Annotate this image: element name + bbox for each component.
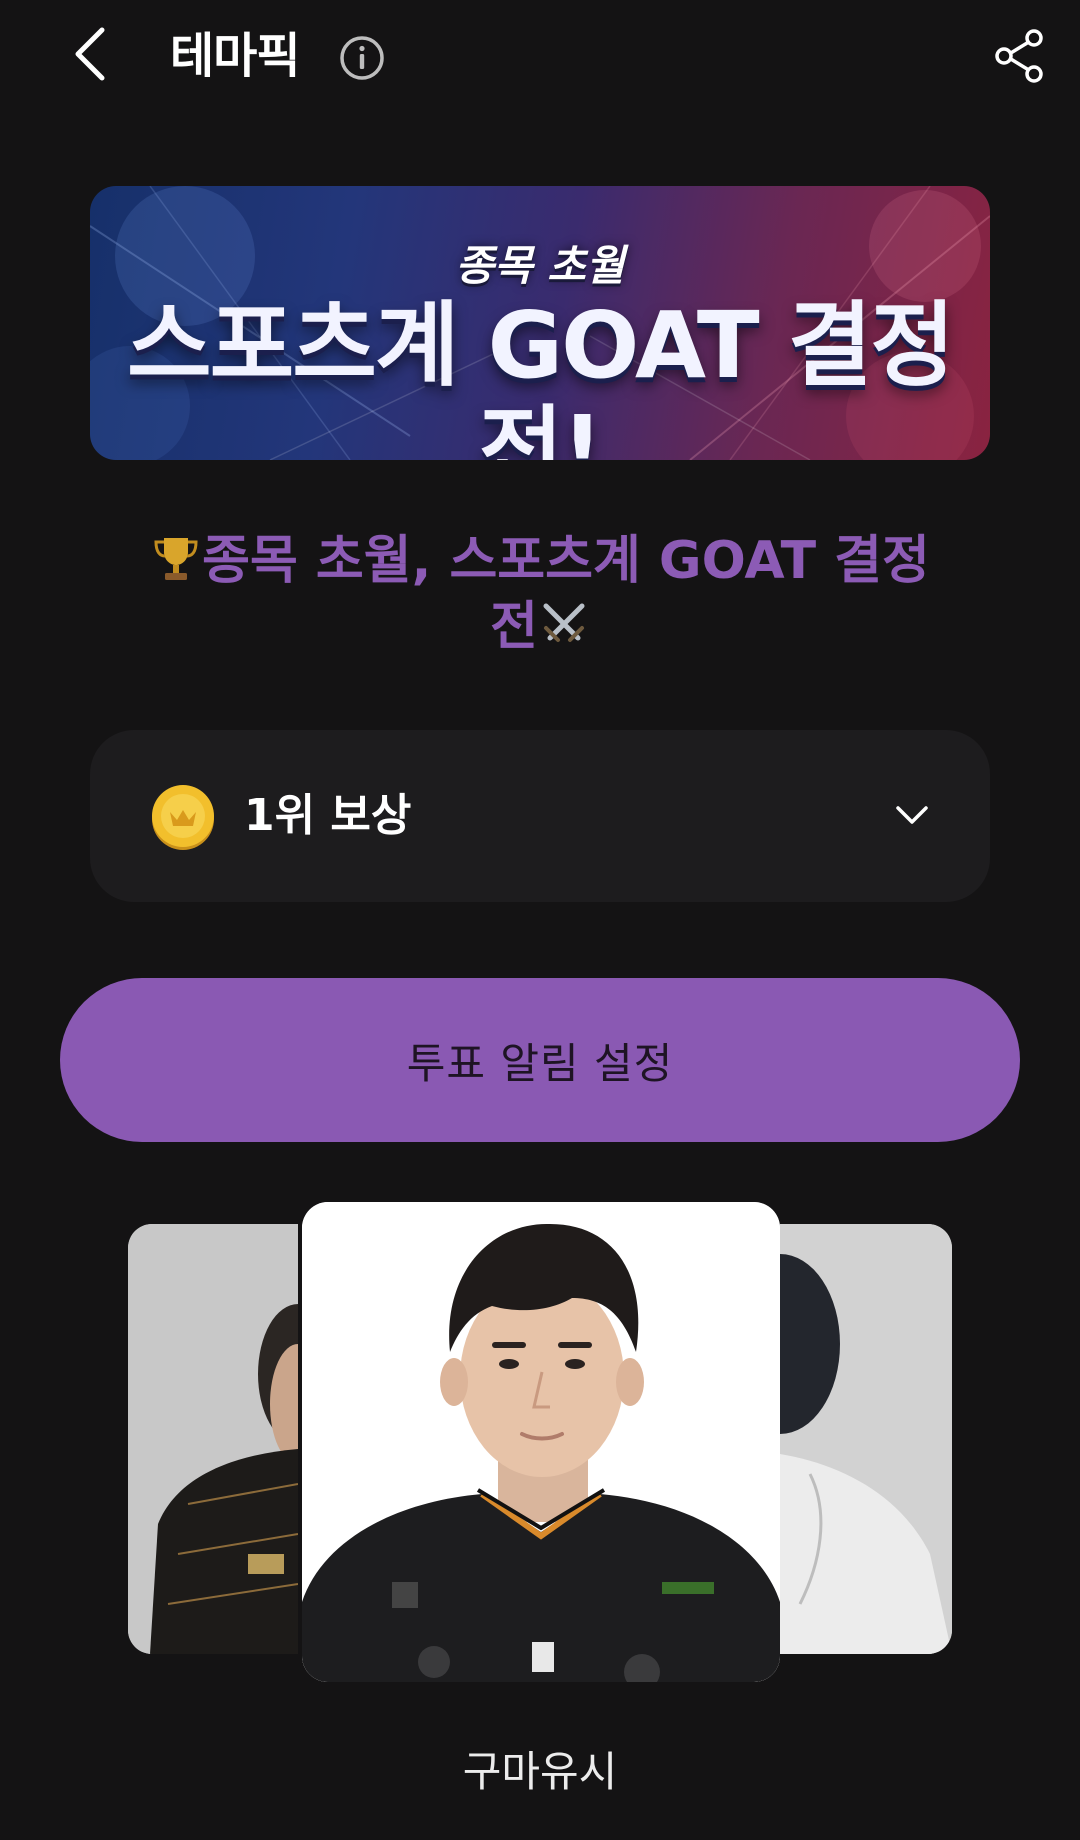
info-button[interactable] xyxy=(338,34,386,82)
back-button[interactable] xyxy=(60,22,120,86)
info-circle-icon xyxy=(340,36,384,80)
chevron-down-icon xyxy=(896,806,928,824)
theme-headline: 종목 초월, 스포츠계 GOAT 결정전 xyxy=(140,528,940,660)
candidate-card-next[interactable] xyxy=(780,1224,952,1654)
top-bar: 테마픽 xyxy=(0,0,1080,120)
candidate-photo-previous xyxy=(128,1224,298,1654)
reward-accordion[interactable]: 1위 보상 xyxy=(90,730,990,902)
candidate-card-previous[interactable] xyxy=(128,1224,298,1654)
candidate-card-current[interactable] xyxy=(302,1202,780,1682)
coin-icon xyxy=(152,785,214,850)
reward-label: 1위 보상 xyxy=(244,790,412,841)
share-icon xyxy=(995,29,1043,83)
banner-title: 스포츠계 GOAT 결정전! xyxy=(127,292,955,461)
share-button[interactable] xyxy=(990,26,1050,86)
candidate-photo-current xyxy=(302,1202,780,1682)
current-candidate-name: 구마유시 xyxy=(462,1747,618,1796)
vote-alert-button[interactable]: 투표 알림 설정 xyxy=(60,978,1020,1142)
trophy-emoji xyxy=(154,538,198,580)
page-title: 테마픽 xyxy=(170,28,300,84)
crossed-swords-emoji xyxy=(543,603,585,642)
chevron-left-icon xyxy=(75,27,105,81)
banner-subtitle: 종목 초월 xyxy=(455,241,625,290)
event-banner[interactable]: 종목 초월 스포츠계 GOAT 결정전! xyxy=(90,186,990,460)
candidate-photo-next xyxy=(780,1224,952,1654)
